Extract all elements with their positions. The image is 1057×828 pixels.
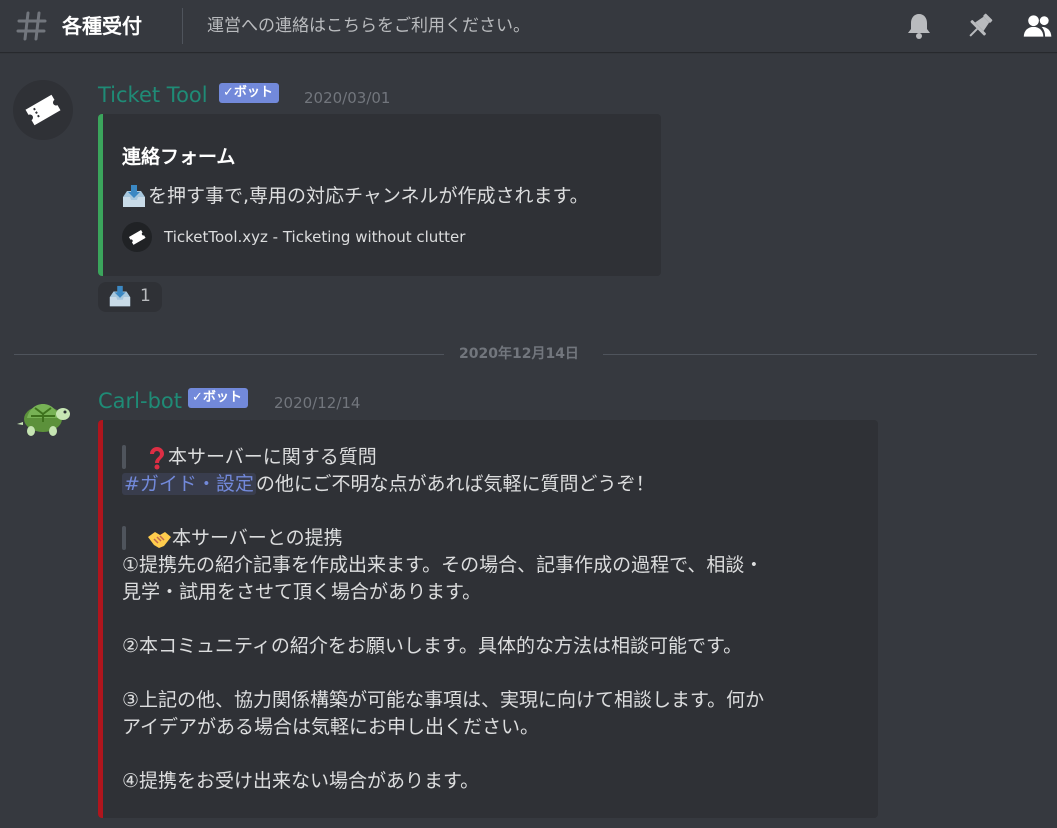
pin-icon[interactable] — [964, 10, 996, 42]
channel-header: 各種受付 運営への連絡はこちらをご利用ください。 — [0, 0, 1057, 52]
inbox-tray-icon — [109, 285, 131, 307]
channel-topic[interactable]: 運営への連絡はこちらをご利用ください。 — [207, 13, 530, 39]
embed-ticket-tool: 連絡フォーム を押す事で,専用の対応チャンネルが作成されます。 TicketTo… — [98, 114, 661, 276]
hash-icon — [16, 11, 47, 41]
date-divider: 2020年12月14日 — [459, 346, 579, 362]
ticket-icon — [25, 94, 61, 126]
embed-carl-bot: 本サーバーに関する質問 #ガイド・設定 の他にご不明な点があれば気軽に質問どうぞ！… — [98, 420, 878, 818]
message-timestamp: 2020/03/01 — [304, 89, 391, 107]
date-divider-line-right — [603, 354, 1037, 355]
bell-icon[interactable] — [903, 10, 935, 42]
embed-description: を押す事で,専用の対応チャンネルが作成されます。 — [120, 182, 589, 210]
embed-description-text: を押す事で,専用の対応チャンネルが作成されます。 — [148, 185, 589, 207]
embed-title: 連絡フォーム — [122, 146, 236, 168]
embed-line-2-text: の他にご不明な点があれば気軽に質問どうぞ！ — [255, 473, 655, 495]
embed-footer-text: TicketTool.xyz - Ticketing without clutt… — [164, 228, 466, 246]
quote-question-text: 本サーバーに関する質問 — [168, 446, 377, 468]
paragraph-3b: アイデアがある場合は気軽にお申し出ください。 — [122, 716, 540, 738]
handshake-icon — [148, 531, 171, 548]
reaction-count: 1 — [140, 286, 151, 306]
paragraph-1b: 見学・試用をさせて頂く場合があります。 — [122, 581, 482, 603]
quote-question: 本サーバーに関する質問 — [146, 443, 377, 471]
paragraph-4: ④提携をお受け出来ない場合があります。 — [122, 770, 480, 792]
bot-tag: ✓ボット — [219, 83, 279, 103]
username-ticket-tool[interactable]: Ticket Tool — [98, 81, 208, 109]
embed-line-2: #ガイド・設定 の他にご不明な点があれば気軽に質問どうぞ！ — [122, 470, 655, 498]
members-icon[interactable] — [1022, 10, 1054, 42]
embed-accent-bar — [98, 420, 103, 818]
paragraph-3a: ③上記の他、協力関係構築が可能な事項は、実現に向けて相談します。何か — [122, 689, 765, 711]
turtle-icon — [17, 404, 70, 436]
question-icon — [150, 446, 164, 469]
date-divider-line-left — [14, 354, 444, 355]
paragraph-2: ②本コミュニティの紹介をお願いします。具体的な方法は相談可能です。 — [122, 635, 743, 657]
quote-partnership: 本サーバーとの提携 — [146, 524, 343, 552]
ticket-tool-avatar[interactable] — [13, 80, 73, 140]
paragraph-1a: ①提携先の紹介記事を作成出来ます。その場合、記事作成の過程で、相談・ — [122, 554, 764, 576]
bot-tag: ✓ボット — [188, 388, 248, 408]
footer-ticket-icon — [122, 222, 152, 252]
blockquote-bar — [122, 445, 126, 469]
username-carl-bot[interactable]: Carl-bot — [98, 387, 182, 415]
inbox-tray-icon — [123, 184, 145, 207]
carl-bot-avatar[interactable] — [13, 386, 73, 446]
message-timestamp: 2020/12/14 — [274, 394, 361, 412]
channel-mention-guide[interactable]: #ガイド・設定 — [122, 473, 256, 495]
header-divider — [182, 8, 183, 44]
blockquote-bar — [122, 526, 126, 550]
reaction-inbox-tray[interactable]: 1 — [98, 282, 162, 312]
quote-partnership-text: 本サーバーとの提携 — [172, 527, 343, 549]
channel-name: 各種受付 — [62, 14, 142, 38]
embed-accent-bar — [98, 114, 103, 276]
